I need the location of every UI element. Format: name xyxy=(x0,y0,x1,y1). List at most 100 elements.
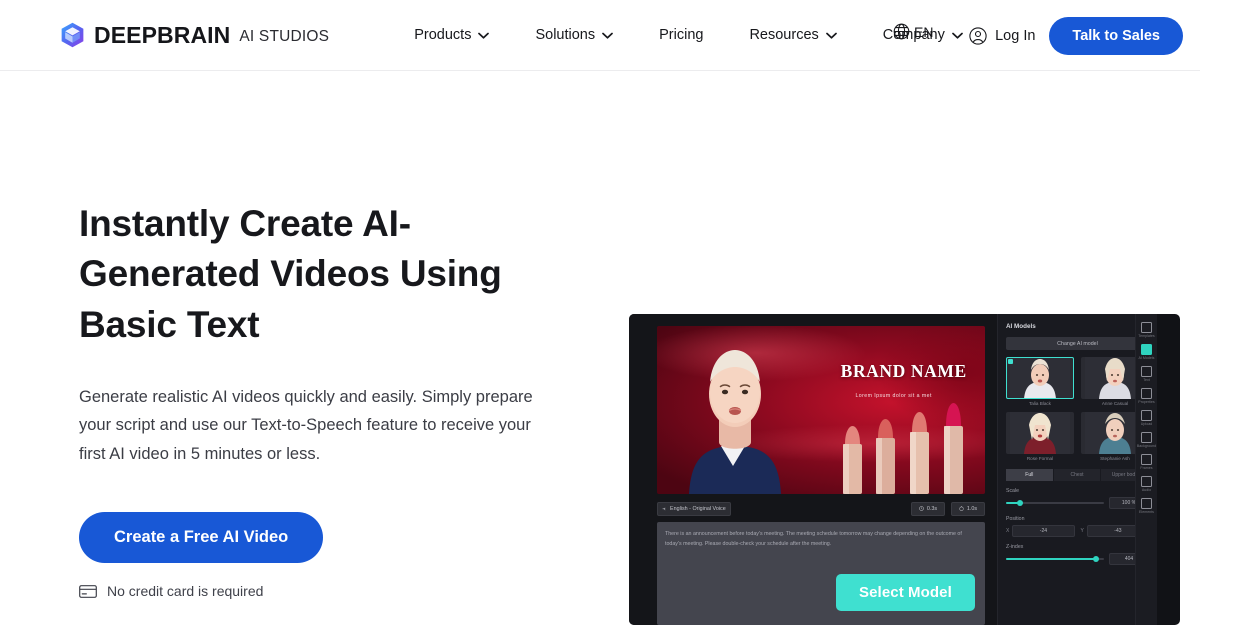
create-free-ai-video-button[interactable]: Create a Free AI Video xyxy=(79,512,324,564)
framing-segmented-control: Full Chest Upper body xyxy=(1006,469,1150,481)
speed-chip-label: 0.3s xyxy=(926,505,938,512)
duration-chip-label: 1.0s xyxy=(966,505,978,512)
rail-item-ai-models[interactable]: AI Models xyxy=(1137,342,1157,362)
lipstick-product-image xyxy=(843,403,964,494)
chevron-down-icon xyxy=(602,32,613,39)
site-header: DEEPBRAIN AI STUDIOS Products Solutions … xyxy=(0,0,1200,71)
brand-name: DEEPBRAIN xyxy=(94,21,231,48)
selected-indicator-icon xyxy=(1008,359,1013,364)
editor-toolbar: English - Original Voice 0.3s 1.0s xyxy=(657,501,985,516)
rail-label: AI Models xyxy=(1138,356,1155,360)
script-text: There is an announcement before today's … xyxy=(665,531,962,548)
rail-item-text[interactable]: Text xyxy=(1137,364,1157,384)
chevron-down-icon xyxy=(478,32,490,39)
segment-chest[interactable]: Chest xyxy=(1053,469,1102,481)
rail-item-frames[interactable]: Frames xyxy=(1137,452,1157,472)
segment-full[interactable]: Full xyxy=(1006,469,1054,481)
talk-to-sales-button[interactable]: Talk to Sales xyxy=(1049,16,1183,55)
no-credit-card-label: No credit card is required xyxy=(107,583,264,600)
nav-label: Products xyxy=(414,27,472,43)
rail-label: Elements xyxy=(1139,510,1154,514)
elements-icon xyxy=(1141,498,1152,509)
cube-logo-icon xyxy=(61,22,84,48)
rail-item-upload[interactable]: Upload xyxy=(1137,408,1157,428)
model-grid: Talia Black Anne Casual Rose Formal Step… xyxy=(1006,357,1149,461)
rail-label: Templates xyxy=(1138,334,1155,338)
stage-brand-name: BRAND NAME xyxy=(840,361,967,382)
voice-chip-label: English - Original Voice xyxy=(670,505,726,512)
z-index-label: Z-index xyxy=(1006,544,1024,550)
voice-icon xyxy=(662,507,666,511)
position-x-key: X xyxy=(1006,528,1010,534)
product-demo-panel: BRAND NAME Lorem Ipsum dolor sit a met E… xyxy=(629,314,1180,625)
speed-chip[interactable]: 0.3s xyxy=(911,501,945,516)
rail-item-audio[interactable]: Audio xyxy=(1137,474,1157,494)
login-button[interactable]: Log In xyxy=(969,26,1036,45)
scale-slider[interactable] xyxy=(1006,500,1104,506)
nav-label: Resources xyxy=(749,27,819,43)
voice-selector-chip[interactable]: English - Original Voice xyxy=(657,501,731,516)
model-card[interactable]: Rose Formal xyxy=(1006,412,1074,461)
nav-label: Solutions xyxy=(535,27,596,43)
header-actions: Log In Talk to Sales xyxy=(969,0,1183,71)
no-credit-card-note: No credit card is required xyxy=(79,583,560,599)
scale-slider-knob[interactable] xyxy=(1016,500,1023,506)
language-selector[interactable]: EN xyxy=(893,23,933,40)
rail-label: Background xyxy=(1136,444,1157,448)
model-thumbnail xyxy=(1006,412,1074,454)
rail-label: Text xyxy=(1143,378,1150,382)
rail-item-templates[interactable]: Templates xyxy=(1137,320,1157,340)
user-circle-icon xyxy=(969,26,987,45)
globe-icon xyxy=(893,23,910,40)
language-label: EN xyxy=(914,23,934,40)
hero-subtitle: Generate realistic AI videos quickly and… xyxy=(79,387,533,463)
ai-model-icon xyxy=(1141,344,1152,355)
model-portrait xyxy=(1010,357,1070,399)
chevron-down-icon xyxy=(825,32,837,39)
editor-tool-rail: Templates AI Models Text Properties Uplo… xyxy=(1135,314,1157,625)
position-x-value[interactable]: -24 xyxy=(1012,525,1075,537)
nav-item-solutions[interactable]: Solutions xyxy=(512,15,636,55)
text-icon xyxy=(1141,366,1152,377)
z-index-slider[interactable] xyxy=(1006,556,1104,562)
position-y-key: Y xyxy=(1080,528,1084,534)
hero-copy: Instantly Create AI-Generated Videos Usi… xyxy=(0,199,560,599)
rail-item-properties[interactable]: Properties xyxy=(1137,386,1157,406)
nav-item-pricing[interactable]: Pricing xyxy=(636,15,726,55)
model-name: Talia Black xyxy=(1029,401,1051,406)
model-card[interactable]: Talia Black xyxy=(1006,357,1074,406)
model-name: Rose Formal xyxy=(1026,456,1054,461)
panel-title: AI Models xyxy=(1006,323,1036,330)
chevron-down-icon xyxy=(951,32,963,39)
nav-item-products[interactable]: Products xyxy=(391,15,512,55)
brand-logo[interactable]: DEEPBRAIN AI STUDIOS xyxy=(60,22,329,48)
credit-card-icon xyxy=(79,584,97,598)
rail-label: Upload xyxy=(1140,422,1153,426)
model-portrait xyxy=(1010,412,1070,454)
video-preview-stage[interactable]: BRAND NAME Lorem Ipsum dolor sit a met xyxy=(657,326,985,494)
position-control: X -24 Y -43 xyxy=(1006,525,1149,537)
z-index-slider-fill xyxy=(1006,558,1097,560)
model-thumbnail xyxy=(1006,357,1074,399)
clock-icon xyxy=(919,506,924,511)
upload-icon xyxy=(1141,410,1152,421)
rail-label: Properties xyxy=(1138,400,1155,404)
scale-control: 100 % xyxy=(1006,497,1149,509)
nav-item-resources[interactable]: Resources xyxy=(726,15,859,55)
login-label: Log In xyxy=(995,27,1036,44)
timer-icon xyxy=(959,506,964,511)
templates-icon xyxy=(1141,322,1152,333)
audio-icon xyxy=(1141,476,1152,487)
rail-label: Frames xyxy=(1140,466,1153,470)
select-model-button[interactable]: Select Model xyxy=(836,574,975,611)
duration-chip[interactable]: 1.0s xyxy=(951,501,985,516)
avatar-presenter xyxy=(688,350,781,494)
rail-item-elements[interactable]: Elements xyxy=(1137,496,1157,516)
background-icon xyxy=(1141,432,1152,443)
brand-subtitle: AI STUDIOS xyxy=(239,27,330,45)
change-ai-model-button[interactable]: Change AI model xyxy=(1006,337,1149,350)
rail-item-background[interactable]: Background xyxy=(1137,430,1157,450)
z-index-slider-knob[interactable] xyxy=(1093,556,1100,562)
page-title: Instantly Create AI-Generated Videos Usi… xyxy=(79,203,502,345)
nav-label: Pricing xyxy=(659,27,704,43)
